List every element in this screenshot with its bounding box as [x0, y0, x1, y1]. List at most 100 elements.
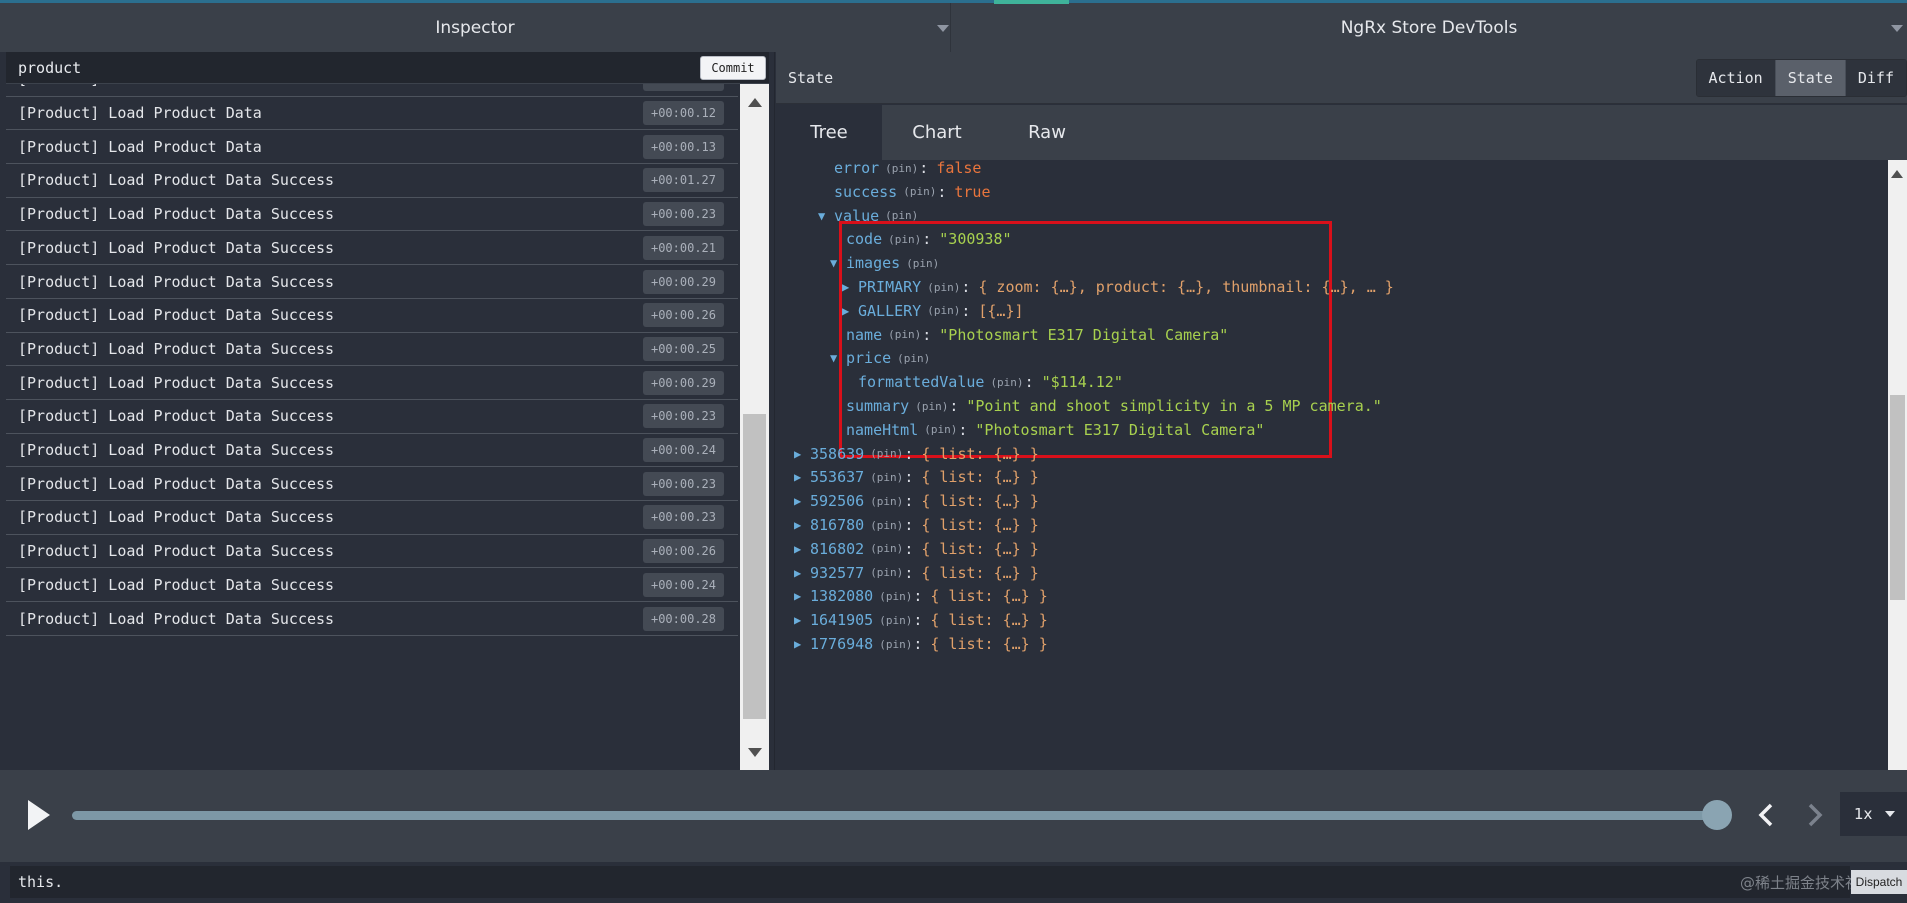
expand-arrow-down-icon[interactable]: ▼ — [830, 256, 846, 270]
inspector-monitor-selector[interactable]: Inspector — [0, 3, 950, 52]
state-tree-node[interactable]: ▶ 358639 (pin): { list: {…} } — [794, 442, 1039, 466]
scroll-up-arrow-icon[interactable] — [748, 98, 762, 107]
tab-tree[interactable]: Tree — [776, 105, 882, 160]
pin-link[interactable]: (pin) — [927, 304, 960, 317]
diff-mode-button[interactable]: Diff — [1845, 60, 1906, 96]
action-filter-input[interactable] — [6, 53, 700, 82]
expand-arrow-down-icon[interactable]: ▼ — [830, 351, 846, 365]
expand-arrow-right-icon[interactable]: ▶ — [794, 447, 810, 461]
expand-arrow-right-icon[interactable]: ▶ — [794, 613, 810, 627]
pin-link[interactable]: (pin) — [870, 447, 903, 460]
expand-arrow-right-icon[interactable]: ▶ — [794, 566, 810, 580]
action-list-item[interactable]: [Product] Load Product Data Success +00:0… — [6, 501, 738, 535]
dispatch-action-input[interactable] — [10, 866, 1850, 898]
action-list-item[interactable]: [Product] Load Product Data Success +00:0… — [6, 569, 738, 603]
state-tree-node[interactable]: ▶ 816780 (pin): { list: {…} } — [794, 513, 1039, 537]
state-tree-node[interactable]: ▶ 553637 (pin): { list: {…} } — [794, 465, 1039, 489]
pin-link[interactable]: (pin) — [885, 209, 918, 222]
commit-button[interactable]: Commit — [700, 55, 766, 80]
state-tree-node[interactable]: name (pin): "Photosmart E317 Digital Camer… — [846, 323, 1228, 347]
action-list-item[interactable]: [Product] Load Product Data Success +00:0… — [6, 164, 738, 198]
expand-arrow-right-icon[interactable]: ▶ — [794, 589, 810, 603]
tab-chart[interactable]: Chart — [882, 105, 992, 160]
pin-link[interactable]: (pin) — [924, 423, 957, 436]
expand-arrow-right-icon[interactable]: ▶ — [794, 637, 810, 651]
pin-link[interactable]: (pin) — [879, 590, 912, 603]
dispatch-button[interactable]: Dispatch — [1851, 870, 1907, 894]
expand-arrow-right-icon[interactable]: ▶ — [794, 494, 810, 508]
action-list-item[interactable]: [Product] Load Product Data Success +00:0… — [6, 602, 738, 636]
pin-link[interactable]: (pin) — [915, 400, 948, 413]
expand-arrow-right-icon[interactable]: ▶ — [794, 542, 810, 556]
action-list-item[interactable]: [Product] Load Product Data Success +00:0… — [6, 434, 738, 468]
pin-link[interactable]: (pin) — [885, 162, 918, 175]
action-list-item[interactable]: [Product] Load Product Data Success +00:0… — [6, 535, 738, 569]
state-tree-node[interactable]: ▼ value (pin) — [818, 204, 919, 228]
state-tree-node[interactable]: ▼ price (pin) — [830, 346, 931, 370]
action-list-scrollbar[interactable] — [740, 84, 769, 770]
action-mode-button[interactable]: Action — [1696, 60, 1776, 96]
play-icon[interactable] — [28, 800, 50, 830]
state-tree-scrollbar[interactable] — [1888, 160, 1907, 770]
action-list-item[interactable]: [Product] Load Product Data Success +00:0… — [6, 232, 738, 266]
state-tree-node[interactable]: success (pin): true — [834, 180, 991, 204]
expand-arrow-right-icon[interactable]: ▶ — [794, 518, 810, 532]
scrollbar-thumb[interactable] — [1890, 395, 1905, 600]
state-tree-node[interactable]: code (pin): "300938" — [846, 227, 1012, 251]
pin-link[interactable]: (pin) — [870, 542, 903, 555]
action-list-item[interactable]: [Product] Load Product Data+00:00.12 — [6, 97, 738, 131]
state-tree-node[interactable]: ▶ 592506 (pin): { list: {…} } — [794, 489, 1039, 513]
previous-action-icon[interactable] — [1753, 801, 1781, 829]
state-tree-node[interactable]: summary (pin): "Point and shoot simplicity… — [846, 394, 1382, 418]
action-list-item[interactable]: [Product] Load Product Data Success +00:0… — [6, 333, 738, 367]
pin-link[interactable]: (pin) — [906, 257, 939, 270]
action-list-item[interactable]: [Product] Load Product Data Success +00:0… — [6, 366, 738, 400]
action-list-item[interactable]: [Product] Load Product Data +00:00.13 — [6, 130, 738, 165]
state-node-value: false — [936, 160, 982, 177]
expand-arrow-right-icon[interactable]: ▶ — [794, 470, 810, 484]
state-tree-node[interactable]: ▶ 816802 (pin): { list: {…} } — [794, 537, 1039, 561]
state-tree-node[interactable]: ▶ PRIMARY (pin): { zoom: {…}, product: {…},… — [842, 275, 1394, 299]
pin-link[interactable]: (pin) — [879, 614, 912, 627]
state-tree-node[interactable]: error (pin): false — [834, 160, 981, 180]
action-list-item[interactable]: [Product] Load Product Data Success +00:0… — [6, 265, 738, 299]
devtools-title-selector[interactable]: NgRx Store DevTools — [950, 3, 1907, 52]
state-tree-node[interactable]: formattedValue (pin): "$114.12" — [858, 370, 1123, 394]
expand-arrow-right-icon[interactable]: ▶ — [842, 280, 858, 294]
scroll-down-arrow-icon[interactable] — [748, 748, 762, 757]
state-tree-node[interactable]: ▶ GALLERY (pin): [{…}] — [842, 299, 1024, 323]
state-mode-button[interactable]: State — [1775, 60, 1846, 96]
expand-arrow-right-icon[interactable]: ▶ — [842, 304, 858, 318]
action-list-item[interactable]: [Product] Load Product Data Success +00:0… — [6, 198, 738, 232]
pin-link[interactable]: (pin) — [897, 352, 930, 365]
pin-link[interactable]: (pin) — [870, 519, 903, 532]
tab-raw[interactable]: Raw — [992, 105, 1102, 160]
action-list-item[interactable]: [Product] Load Product Data Success +00:0… — [6, 299, 738, 333]
state-tree-node[interactable]: ▶ 1382080 (pin): { list: {…} } — [794, 584, 1048, 608]
scrollbar-thumb[interactable] — [743, 414, 766, 719]
pin-link[interactable]: (pin) — [879, 638, 912, 651]
playback-speed-select[interactable]: 1x — [1840, 792, 1907, 836]
pin-link[interactable]: (pin) — [888, 328, 921, 341]
pin-link[interactable]: (pin) — [927, 281, 960, 294]
timeline-slider-thumb[interactable] — [1702, 800, 1732, 830]
pin-link[interactable]: (pin) — [990, 376, 1023, 389]
state-node-key: PRIMARY — [858, 278, 922, 296]
timeline-slider[interactable] — [72, 811, 1717, 820]
state-tree-node[interactable]: nameHtml (pin): "Photosmart E317 Digital C… — [846, 418, 1264, 442]
state-tree-node[interactable]: ▶ 1776948 (pin): { list: {…} } — [794, 632, 1048, 656]
pin-link[interactable]: (pin) — [903, 185, 936, 198]
action-list-item[interactable]: [Product] Load Product Data Success +00:0… — [6, 467, 738, 502]
action-list-item[interactable]: [Product] Load Product Data Success +00:0… — [6, 400, 738, 434]
state-tree-node[interactable]: ▶ 1641905 (pin): { list: {…} } — [794, 608, 1048, 632]
state-tree-node[interactable]: ▶ 932577 (pin): { list: {…} } — [794, 561, 1039, 585]
scroll-up-arrow-icon[interactable] — [1891, 170, 1903, 178]
next-action-icon[interactable] — [1800, 801, 1828, 829]
state-tree-node[interactable]: ▼ images (pin) — [830, 251, 940, 275]
pin-link[interactable]: (pin) — [870, 471, 903, 484]
action-list-item[interactable]: [Product] Load Product Data+00:00.12 — [6, 84, 738, 97]
expand-arrow-down-icon[interactable]: ▼ — [818, 209, 834, 223]
pin-link[interactable]: (pin) — [870, 495, 903, 508]
pin-link[interactable]: (pin) — [888, 233, 921, 246]
pin-link[interactable]: (pin) — [870, 566, 903, 579]
